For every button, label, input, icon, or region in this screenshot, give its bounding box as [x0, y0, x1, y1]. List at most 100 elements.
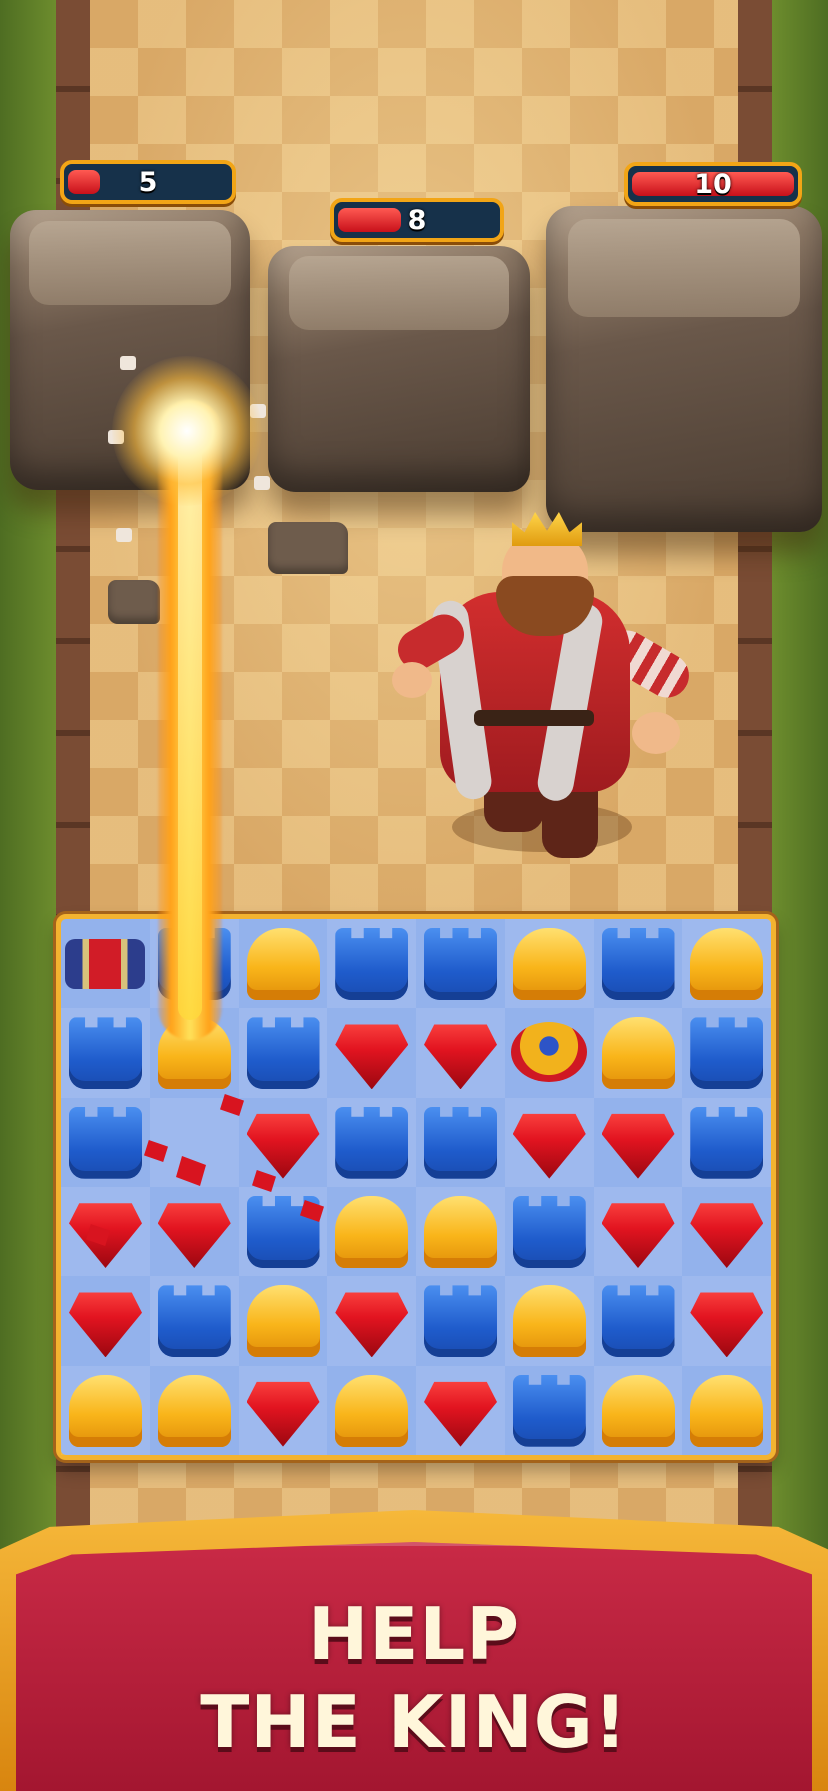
board-cell[interactable] — [593, 1008, 683, 1098]
gem-piece[interactable] — [424, 1024, 497, 1090]
board-cell[interactable] — [682, 1187, 771, 1276]
helmet-piece[interactable] — [601, 1374, 675, 1447]
helmet-piece[interactable] — [246, 928, 320, 1000]
board-cell[interactable] — [416, 919, 505, 1008]
board-cell[interactable] — [504, 1276, 594, 1366]
board-cell[interactable] — [327, 1097, 416, 1187]
rock-chip — [120, 356, 136, 370]
board-cell[interactable] — [327, 1276, 416, 1366]
tower-piece[interactable] — [601, 928, 675, 1000]
helmet-piece[interactable] — [69, 1374, 142, 1447]
helmet-piece[interactable] — [601, 1017, 675, 1090]
board-cell[interactable] — [149, 1276, 239, 1366]
board-cell[interactable] — [505, 1008, 594, 1097]
board-cell[interactable] — [416, 1276, 505, 1365]
board-cell[interactable] — [594, 1276, 683, 1365]
board-cell[interactable] — [61, 1276, 150, 1365]
gem-piece[interactable] — [157, 1203, 231, 1268]
gem-piece[interactable] — [335, 1292, 409, 1358]
board-cell[interactable] — [416, 1365, 505, 1455]
helmet-piece[interactable] — [690, 1374, 764, 1447]
board-cell[interactable] — [505, 1366, 594, 1455]
board-cell[interactable] — [682, 1097, 771, 1187]
gem-piece[interactable] — [246, 1381, 320, 1447]
board-cell[interactable] — [239, 1276, 328, 1365]
board-cell[interactable] — [327, 919, 416, 1009]
board-cell[interactable] — [238, 1008, 328, 1098]
gem-piece[interactable] — [246, 1113, 320, 1179]
tower-piece[interactable] — [335, 1106, 409, 1179]
board-cell[interactable] — [594, 919, 683, 1008]
board-cell[interactable] — [504, 919, 594, 1009]
board-cell[interactable] — [239, 1098, 328, 1187]
banner-title-line-2: THE KING! — [200, 1680, 628, 1764]
board-cell[interactable] — [150, 1366, 239, 1455]
board-cell[interactable] — [61, 1098, 150, 1187]
health-value: 5 — [138, 166, 158, 198]
board-cell[interactable] — [682, 1276, 771, 1366]
rock-health-bar: 8 — [330, 198, 504, 242]
tower-piece[interactable] — [512, 1374, 586, 1447]
rock-debris — [108, 580, 160, 624]
gem-piece[interactable] — [690, 1292, 764, 1358]
board-cell[interactable] — [238, 1187, 328, 1277]
board-cell[interactable] — [239, 919, 328, 1008]
helmet-piece[interactable] — [335, 1196, 409, 1268]
gem-piece[interactable] — [512, 1113, 586, 1179]
tower-piece[interactable] — [424, 928, 497, 1000]
board-cell[interactable] — [505, 1187, 594, 1276]
tower-piece[interactable] — [424, 1106, 497, 1179]
helmet-piece[interactable] — [690, 928, 764, 1000]
helmet-piece[interactable] — [157, 1374, 231, 1447]
gem-piece[interactable] — [424, 1381, 497, 1447]
tower-piece[interactable] — [601, 1285, 675, 1358]
rock-obstacle-right — [546, 206, 822, 532]
rocket-piece[interactable] — [65, 939, 145, 989]
king-hand — [632, 712, 680, 754]
king-hand — [392, 662, 432, 698]
tower-piece[interactable] — [690, 1017, 764, 1090]
board-cell[interactable] — [327, 1008, 416, 1097]
board-cell[interactable] — [327, 1187, 416, 1276]
helmet-piece[interactable] — [424, 1196, 497, 1268]
board-cell[interactable] — [593, 1365, 683, 1455]
board-cell[interactable] — [238, 1365, 328, 1455]
helmet-piece[interactable] — [512, 1285, 586, 1358]
topper-piece[interactable] — [510, 1022, 587, 1083]
tower-piece[interactable] — [69, 1017, 142, 1090]
tower-piece[interactable] — [424, 1285, 497, 1358]
tower-piece[interactable] — [512, 1196, 586, 1268]
board-cell[interactable] — [593, 1187, 683, 1277]
gem-piece[interactable] — [335, 1024, 409, 1090]
board-cell[interactable] — [416, 1098, 505, 1187]
board-cell[interactable] — [682, 1008, 771, 1097]
board-cell[interactable] — [61, 1008, 150, 1098]
board-cell[interactable] — [61, 1365, 150, 1455]
board-cell[interactable] — [327, 1366, 416, 1455]
helmet-piece[interactable] — [512, 928, 586, 1000]
board-cell[interactable] — [416, 1008, 505, 1098]
board-cell[interactable] — [594, 1098, 683, 1187]
board-cell[interactable] — [682, 1366, 771, 1455]
tower-piece[interactable] — [246, 1017, 320, 1090]
board-cell[interactable] — [682, 919, 771, 1009]
rock-health-bar: 5 — [60, 160, 236, 204]
tower-piece[interactable] — [69, 1106, 142, 1179]
game-scene: 5 8 10 HELP THE KING! — [0, 0, 828, 1791]
board-cell[interactable] — [504, 1097, 594, 1187]
board-cell[interactable] — [61, 919, 150, 1008]
board-cell[interactable] — [150, 1187, 239, 1276]
king-character — [390, 512, 698, 874]
rock-obstacle-middle — [268, 246, 530, 492]
helmet-piece[interactable] — [335, 1374, 409, 1447]
gem-piece[interactable] — [690, 1203, 764, 1268]
helmet-piece[interactable] — [246, 1285, 320, 1358]
gem-piece[interactable] — [69, 1292, 142, 1358]
tower-piece[interactable] — [157, 1285, 231, 1358]
gem-piece[interactable] — [601, 1203, 675, 1268]
impact-flare — [112, 356, 262, 506]
tower-piece[interactable] — [335, 928, 409, 1000]
tower-piece[interactable] — [690, 1106, 764, 1179]
board-cell[interactable] — [416, 1187, 505, 1277]
gem-piece[interactable] — [601, 1113, 675, 1179]
